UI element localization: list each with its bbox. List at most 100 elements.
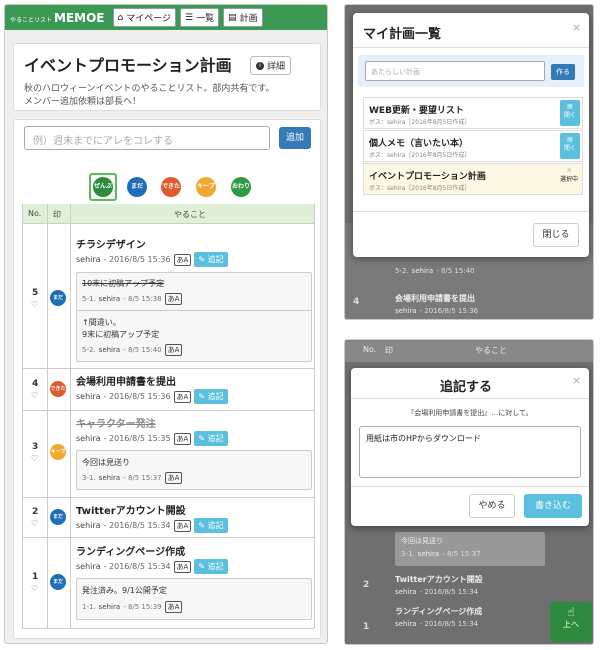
- stamp-filter-all[interactable]: ぜんぶ: [93, 177, 113, 197]
- todo-title: Twitterアカウント開設: [76, 506, 186, 517]
- row-stamp[interactable]: まだ: [50, 574, 66, 590]
- plan-item[interactable]: WEB更新・要望リスト ボス：sehira［2016年8月5日作成］ ▤ 開く: [363, 97, 583, 129]
- heart-icon[interactable]: ♡: [31, 584, 38, 593]
- table-header: No. 印 やること: [345, 340, 593, 362]
- todo-list-card: 例）週末までにアレをコレする 追加 ぜんぶ まだ できた キープ おわり No.…: [13, 119, 321, 639]
- new-plan-input[interactable]: あたらしい計画: [365, 61, 545, 81]
- append-textarea[interactable]: 用紙は市のHPからダウンロード: [359, 426, 581, 478]
- modal-title: マイ計画一覧: [363, 27, 442, 42]
- scroll-top-button[interactable]: ☝ 上へ: [550, 602, 592, 642]
- note-text: 9末に初稿アップ予定: [82, 330, 160, 339]
- note-text: 10末に初稿アップ予定: [82, 279, 165, 288]
- plan-item[interactable]: 個人メモ（言いたい本） ボス：sehira［2016年8月5日作成］ ▤ 開く: [363, 130, 583, 162]
- pencil-icon: ✎: [198, 255, 206, 264]
- todo-title: キャラクター発注: [76, 419, 156, 430]
- plan-item-active[interactable]: イベントプロモーション計画 ボス：sehira［2016年8月5日作成］ ☝ 選択…: [363, 163, 583, 195]
- nav-mypage-button[interactable]: ⌂ マイページ: [112, 8, 177, 27]
- submit-button[interactable]: 書き込む: [524, 494, 582, 518]
- note-meta: 1-1. sehira - 8/5 15:39 あA: [82, 601, 183, 613]
- append-button[interactable]: ✎ 追記: [194, 559, 228, 574]
- new-todo-input[interactable]: 例）週末までにアレをコレする: [24, 126, 270, 150]
- plans-modal: マイ計画一覧 × あたらしい計画 作る WEB更新・要望リスト ボス：sehir…: [353, 13, 589, 257]
- stamp-filter-keep[interactable]: キープ: [196, 177, 216, 197]
- list-icon: ☰: [185, 12, 194, 23]
- close-icon[interactable]: ×: [572, 21, 581, 34]
- stamp-filter-finished[interactable]: おわり: [231, 177, 251, 197]
- heart-icon[interactable]: ♡: [31, 391, 38, 400]
- font-toggle-button[interactable]: あA: [164, 472, 183, 484]
- book-icon: ▤: [228, 12, 237, 23]
- row-stamp[interactable]: まだ: [50, 290, 66, 306]
- font-toggle-button[interactable]: あA: [173, 432, 192, 445]
- book-icon: ▤: [567, 136, 573, 143]
- append-button[interactable]: ✎ 追記: [194, 389, 228, 404]
- detail-button[interactable]: i 詳細: [250, 56, 292, 75]
- row-stamp[interactable]: できた: [50, 381, 66, 397]
- pointer-hand-icon: ☝: [567, 605, 575, 619]
- font-toggle-button[interactable]: あA: [164, 344, 183, 356]
- main-screen: やることリスト MEMOE ⌂ マイページ ☰ 一覧 ▤ 計画 イベントプロモーション…: [4, 4, 328, 644]
- stamp-filter-yet[interactable]: まだ: [127, 177, 147, 197]
- table-header: No. 印 やること: [22, 204, 314, 224]
- add-todo-button[interactable]: 追加: [279, 127, 311, 149]
- open-plan-button[interactable]: ▤ 開く: [560, 100, 580, 126]
- pencil-icon: ✎: [198, 392, 206, 401]
- todo-title: チラシデザイン: [76, 240, 146, 251]
- font-toggle-button[interactable]: あA: [173, 560, 192, 573]
- pencil-icon: ✎: [198, 562, 206, 571]
- append-button[interactable]: ✎ 追記: [194, 252, 228, 267]
- todo-meta: sehira - 2016/8/5 15:34 あA ✎ 追記: [76, 559, 228, 574]
- book-icon: ▤: [567, 103, 573, 110]
- note-text: 発注済み。9/1公開予定: [82, 586, 167, 595]
- plans-screen: 5-2. sehira - 8/5 15:40 4 会場利用申請書を提出 sehir…: [344, 4, 594, 320]
- pencil-icon: ✎: [198, 434, 206, 443]
- note-meta: 5-2. sehira - 8/5 15:40 あA: [82, 344, 183, 356]
- note-meta: 5-2. sehira - 8/5 15:40: [395, 267, 475, 275]
- home-icon: ⌂: [117, 12, 124, 23]
- open-plan-button[interactable]: ▤ 開く: [560, 133, 580, 159]
- note-text: ↑間違い。: [82, 318, 121, 327]
- notes-box: [76, 450, 312, 490]
- top-nav-bar: やることリスト MEMOE ⌂ マイページ ☰ 一覧 ▤ 計画: [5, 5, 327, 30]
- append-target: 『会場利用申請書を提出』…に対して。: [407, 409, 533, 417]
- close-button[interactable]: 閉じる: [533, 223, 579, 247]
- font-toggle-button[interactable]: あA: [164, 293, 183, 305]
- pointer-hand-icon: ☝: [567, 167, 571, 174]
- plan-description: メンバー追加依頼は部長へ！: [24, 97, 142, 107]
- note-meta: 5-1. sehira - 8/5 15:38 あA: [82, 293, 183, 305]
- app-logo[interactable]: やることリスト MEMOE: [10, 11, 105, 25]
- plan-header-card: イベントプロモーション計画 i 詳細 秋のハロウィーンイベントのやることリスト。部…: [13, 43, 321, 111]
- create-plan-button[interactable]: 作る: [551, 64, 575, 80]
- plan-description: 秋のハロウィーンイベントのやることリスト。部内共有です。: [24, 84, 275, 94]
- heart-icon[interactable]: ♡: [31, 454, 38, 463]
- todo-meta: sehira - 2016/8/5 15:36 あA ✎ 追記: [76, 389, 228, 404]
- todo-meta: sehira - 2016/8/5 15:36 あA ✎ 追記: [76, 252, 228, 267]
- todo-title: ランディングページ作成: [76, 547, 186, 558]
- nav-plan-button[interactable]: ▤ 計画: [223, 8, 263, 27]
- font-toggle-button[interactable]: あA: [173, 253, 192, 266]
- font-toggle-button[interactable]: あA: [164, 601, 183, 613]
- pencil-icon: ✎: [198, 521, 206, 530]
- row-stamp[interactable]: まだ: [50, 509, 66, 525]
- page-title: イベントプロモーション計画: [24, 56, 232, 75]
- heart-icon[interactable]: ♡: [31, 300, 38, 309]
- font-toggle-button[interactable]: あA: [173, 390, 192, 403]
- nav-list-button[interactable]: ☰ 一覧: [180, 8, 220, 27]
- append-modal: 追記する × 『会場利用申請書を提出』…に対して。 用紙は市のHPからダウンロー…: [351, 368, 589, 526]
- heart-icon[interactable]: ♡: [31, 519, 38, 528]
- font-toggle-button[interactable]: あA: [173, 519, 192, 532]
- append-button[interactable]: ✎ 追記: [194, 431, 228, 446]
- todo-meta: sehira - 2016/8/5 15:34 あA ✎ 追記: [76, 518, 228, 533]
- row-number: 5: [32, 288, 39, 298]
- row-stamp[interactable]: キープ: [50, 444, 66, 460]
- append-button[interactable]: ✎ 追記: [194, 518, 228, 533]
- row-number: 1: [32, 572, 39, 582]
- note-text: 今回は見送り: [82, 458, 130, 467]
- stamp-filter-done[interactable]: できた: [161, 177, 181, 197]
- close-icon[interactable]: ×: [572, 374, 581, 387]
- append-screen: No. 印 やること 今回は見送り 3-1. sehira - 8/5 15:37 …: [344, 339, 594, 645]
- selected-badge: ☝ 選択中: [559, 167, 578, 183]
- info-icon: i: [256, 61, 264, 70]
- modal-title: 追記する: [440, 380, 493, 395]
- cancel-button[interactable]: やめる: [469, 494, 515, 518]
